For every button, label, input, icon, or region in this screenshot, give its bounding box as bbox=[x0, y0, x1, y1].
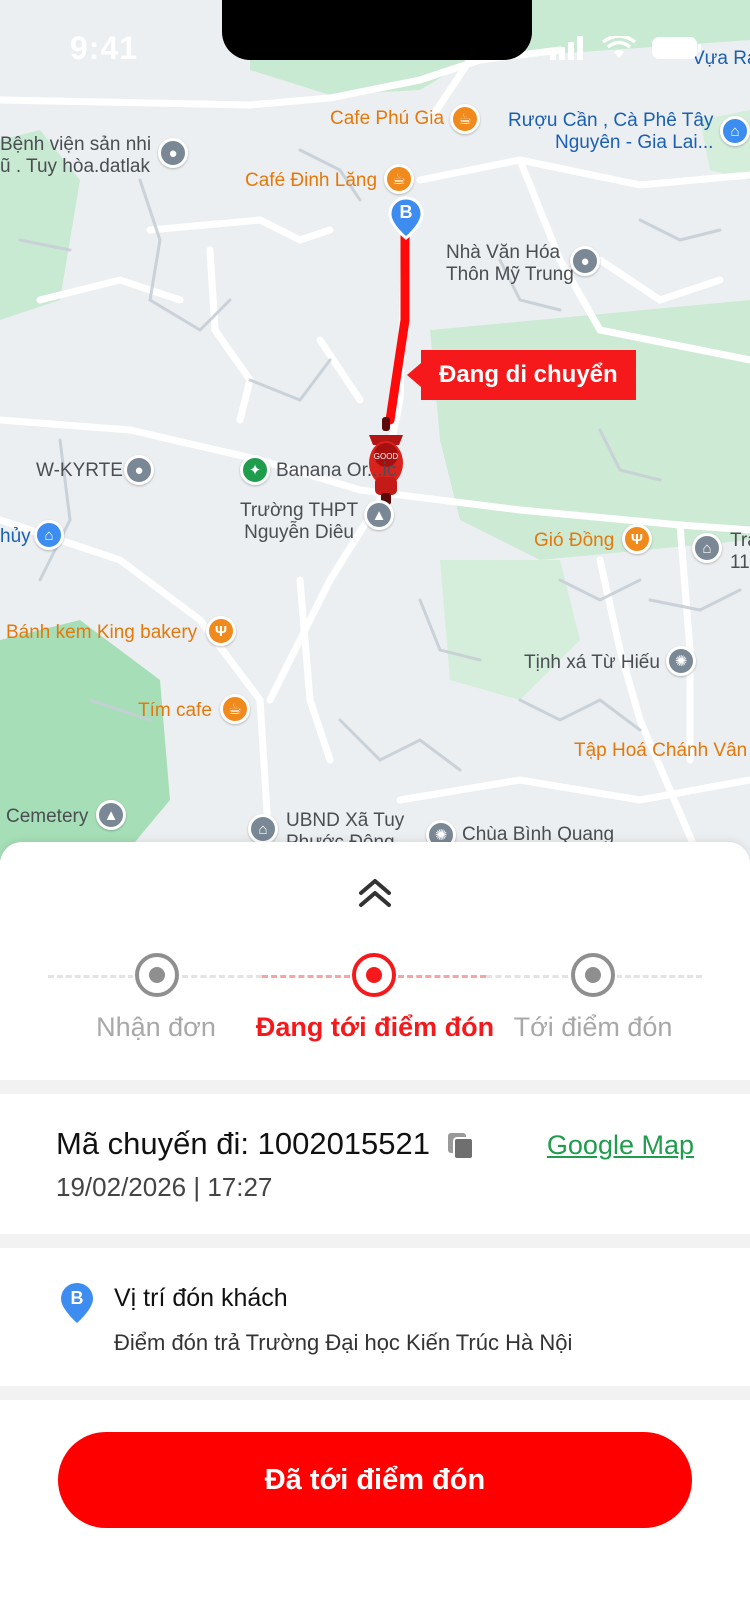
graduation-cap-icon: ▲ bbox=[364, 500, 394, 530]
step-arrived-pickup-dot bbox=[569, 951, 617, 999]
trip-datetime: 19/02/2026 | 17:27 bbox=[56, 1172, 273, 1202]
pickup-marker-label: B bbox=[70, 1288, 84, 1308]
poi-nha-van-hoa[interactable]: Nhà Văn Hóa Thôn Mỹ Trung bbox=[446, 242, 574, 286]
temple-icon: ⌂ bbox=[248, 814, 278, 844]
poi-gio-dong[interactable]: Gió Đồng bbox=[534, 530, 614, 552]
stepper-line-4 bbox=[486, 975, 568, 978]
pickup-marker: B bbox=[60, 1282, 94, 1324]
route-end-marker-label: B bbox=[399, 202, 413, 222]
temple-icon: ✺ bbox=[666, 646, 696, 676]
stepper-line-left bbox=[48, 975, 134, 978]
stepper-line-2 bbox=[262, 975, 350, 978]
trip-code: Mã chuyến đi: 1002015521 bbox=[56, 1126, 431, 1161]
shopping-bag-icon: ⌂ bbox=[720, 116, 750, 146]
fork-knife-icon: Ψ bbox=[622, 524, 652, 554]
google-map-link[interactable]: Google Map bbox=[547, 1130, 694, 1161]
poi-tap-hoa[interactable]: Tập Hoá Chánh Vân bbox=[574, 740, 747, 762]
copy-icon[interactable] bbox=[446, 1131, 476, 1161]
route-end-marker[interactable]: B bbox=[388, 196, 424, 240]
shopping-bag-icon: ⌂ bbox=[34, 520, 64, 550]
location-pin-icon: ● bbox=[570, 246, 600, 276]
poi-benh-vien[interactable]: Bệnh viện sản nhi ũ . Tuy hòa.datlak bbox=[0, 134, 151, 178]
step-arrived-pickup-label: Tới điểm đón bbox=[513, 1012, 673, 1042]
step-heading-to-pickup-label: Đang tới điểm đón bbox=[255, 1012, 495, 1042]
poi-banh-kem[interactable]: Bánh kem King bakery bbox=[6, 622, 197, 644]
cup-icon: ☕ bbox=[220, 694, 250, 724]
expand-sheet-chevron-icon[interactable] bbox=[356, 878, 394, 908]
step-heading-to-pickup-dot bbox=[350, 951, 398, 999]
section-divider bbox=[0, 1234, 750, 1248]
section-divider bbox=[0, 1080, 750, 1094]
poi-ruou-can[interactable]: Rượu Cần , Cà Phê Tây Nguyên - Gia Lai..… bbox=[508, 110, 713, 154]
poi-cafe-dinh-lang[interactable]: Café Đinh Lăng bbox=[245, 170, 377, 192]
step-received-dot bbox=[133, 951, 181, 999]
signal-icon bbox=[550, 36, 583, 60]
poi-tim-cafe[interactable]: Tím cafe bbox=[138, 700, 212, 722]
location-pin-icon: ● bbox=[158, 138, 188, 168]
wifi-icon bbox=[602, 36, 636, 58]
status-time: 9:41 bbox=[70, 30, 139, 66]
pickup-address: Điểm đón trả Trường Đại học Kiến Trúc Hà… bbox=[114, 1330, 573, 1355]
poi-truong-thpt[interactable]: Trường THPT Nguyễn Diêu bbox=[240, 500, 358, 544]
moving-status-label: Đang di chuyển bbox=[407, 350, 636, 400]
poi-tinh-xa[interactable]: Tịnh xá Từ Hiếu bbox=[524, 652, 660, 674]
poi-cafe-phu-gia[interactable]: Cafe Phú Gia bbox=[330, 108, 444, 130]
map-view[interactable]: B GOOD Đang di chuyển Vựa Ra Bệnh viện s… bbox=[0, 0, 750, 860]
stepper-line-right bbox=[616, 975, 702, 978]
stepper-line-3 bbox=[398, 975, 486, 978]
location-pin-icon: ▲ bbox=[96, 800, 126, 830]
battery-icon bbox=[652, 37, 701, 59]
pickup-title: Vị trí đón khách bbox=[114, 1284, 288, 1312]
step-received-label: Nhận đơn bbox=[96, 1012, 216, 1042]
poi-w-kyrte[interactable]: W-KYRTE bbox=[36, 460, 123, 482]
poi-huy[interactable]: hủy bbox=[0, 526, 31, 548]
hiker-icon: ✦ bbox=[240, 455, 270, 485]
poi-banana[interactable]: Banana Or...ic bbox=[276, 460, 396, 482]
stepper-line-1 bbox=[182, 975, 262, 978]
poi-tra[interactable]: Tra 11 bbox=[730, 530, 750, 574]
fork-knife-icon: Ψ bbox=[206, 616, 236, 646]
location-pin-icon: ● bbox=[124, 455, 154, 485]
status-icons bbox=[550, 36, 702, 60]
poi-cemetery[interactable]: Cemetery bbox=[6, 806, 88, 828]
arrived-at-pickup-button[interactable]: Đã tới điểm đón bbox=[58, 1432, 692, 1528]
cup-icon: ☕ bbox=[450, 104, 480, 134]
device-notch bbox=[222, 0, 532, 60]
temple-icon: ⌂ bbox=[692, 533, 722, 563]
cup-icon: ☕ bbox=[384, 164, 414, 194]
section-divider bbox=[0, 1386, 750, 1400]
